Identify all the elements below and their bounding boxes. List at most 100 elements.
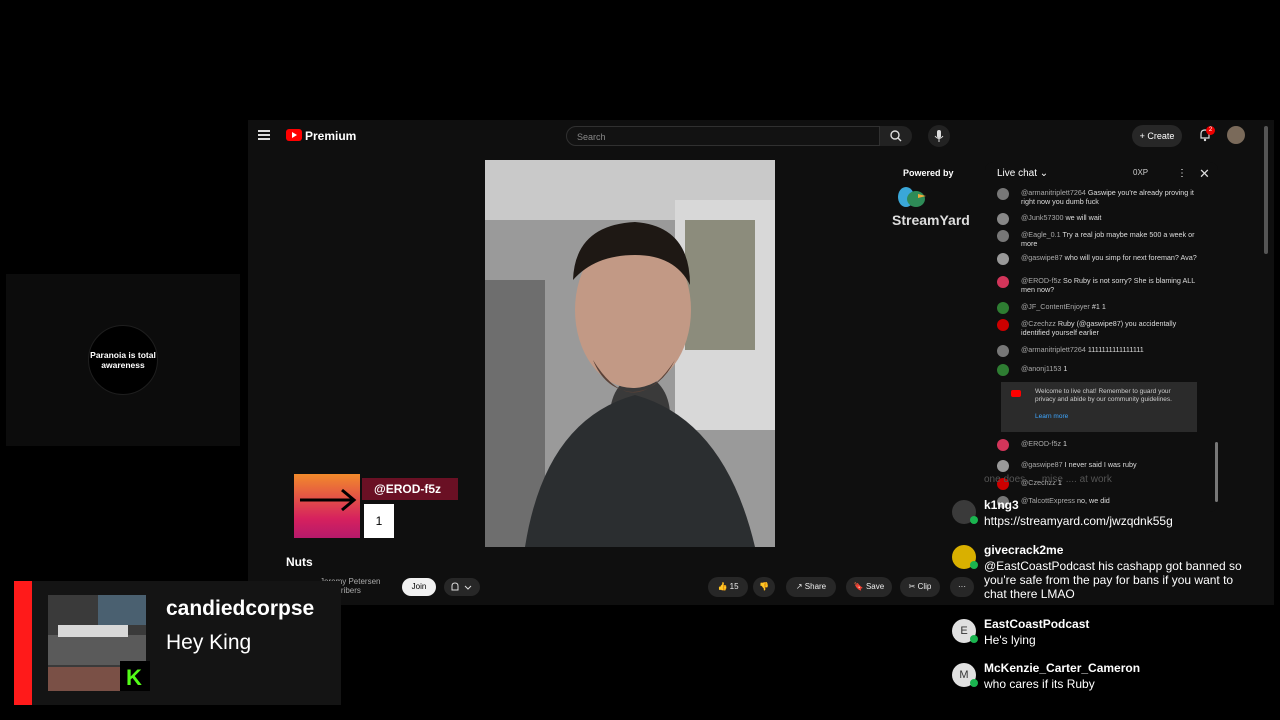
chat-author[interactable]: @Czechzz: [1021, 319, 1056, 328]
arrow-icon: [300, 488, 357, 512]
youtube-window: Premium Search + Create 2 Powered by Str…: [248, 120, 1274, 605]
streamyard-logo-icon: [898, 187, 926, 207]
chat-text: who will you simp for next foreman? Ava?: [1064, 253, 1197, 262]
chat-avatar[interactable]: [997, 188, 1009, 200]
chat-message-text: @Eagle_0.1 Try a real job maybe make 500…: [1021, 230, 1201, 248]
chat-message-text: @EROD-f5z So Ruby is not sorry? She is b…: [1021, 276, 1201, 294]
chat-message-text: @JF_ContentEnjoyer #1 1: [1021, 302, 1201, 311]
more-actions-button[interactable]: ···: [950, 577, 974, 597]
chat-text: 1111111111111111: [1087, 345, 1144, 354]
chat-text: I never said I was ruby: [1064, 460, 1137, 469]
share-label: Share: [804, 582, 827, 591]
page-scrollbar[interactable]: [1264, 126, 1268, 254]
live-chat-title: Live chat: [997, 168, 1038, 179]
chat-text: #1 1: [1091, 302, 1106, 311]
kick-logo-icon: K: [126, 665, 142, 690]
clip-button[interactable]: ✂ Clip: [900, 577, 940, 597]
search-input[interactable]: Search: [566, 126, 880, 146]
subscription-bell-button[interactable]: [444, 578, 480, 596]
chat-message-text: @gaswipe87 who will you simp for next fo…: [1021, 253, 1201, 262]
chat-author[interactable]: @gaswipe87: [1021, 253, 1063, 262]
kick-badge-icon: [970, 679, 978, 687]
paranoia-logo-text: Paranoia is total awareness: [90, 350, 156, 370]
chat-message-text: @EROD-f5z 1: [1021, 439, 1201, 448]
hamburger-menu-icon[interactable]: [258, 130, 270, 140]
chat-author[interactable]: @TalcottExpress: [1021, 496, 1075, 505]
welcome-text: Welcome to live chat! Remember to guard …: [1035, 388, 1172, 403]
chat-message-text: @armanitriplett7264 Gaswipe you're alrea…: [1021, 188, 1201, 206]
save-button[interactable]: 🔖 Save: [846, 577, 892, 597]
chat-text: 1: [1063, 439, 1068, 448]
live-chat-panel: Live chat ⌄ 0XP ⋮ ✕ @armanitriplett7264 …: [985, 162, 1218, 512]
paranoia-logo: Paranoia is total awareness: [88, 325, 158, 395]
chat-avatar[interactable]: [997, 302, 1009, 314]
webcam-frame-image: [485, 160, 775, 547]
chat-author[interactable]: @EROD-f5z: [1021, 439, 1061, 448]
kick-badge-icon: [970, 516, 978, 524]
chat-author[interactable]: @Eagle_0.1: [1021, 230, 1061, 239]
user-avatar[interactable]: [1227, 126, 1245, 144]
alert-username: candiedcorpse: [166, 597, 315, 620]
xp-badge[interactable]: 0XP: [1133, 168, 1148, 177]
like-count: 15: [729, 582, 739, 591]
learn-more-link[interactable]: Learn more: [1035, 413, 1068, 420]
chat-author[interactable]: @anonj1153: [1021, 364, 1061, 373]
kick-badge-icon: [970, 561, 978, 569]
chat-avatar[interactable]: [997, 460, 1009, 472]
dislike-button[interactable]: 👎: [753, 577, 775, 597]
chat-avatar[interactable]: [997, 230, 1009, 242]
microphone-icon: [934, 130, 944, 142]
chat-alert-card: K candiedcorpse Hey King: [14, 581, 341, 705]
chat-message-text: @Junk57300 we will wait: [1021, 213, 1201, 222]
like-button[interactable]: 👍 15: [708, 577, 748, 597]
chat-author[interactable]: @Junk57300: [1021, 213, 1063, 222]
search-button[interactable]: [880, 126, 912, 146]
join-button[interactable]: Join: [402, 578, 436, 596]
chat-avatar[interactable]: [997, 253, 1009, 265]
alert-accent-bar: [14, 581, 32, 705]
overlay-chat-text: He's lying: [984, 633, 1036, 647]
overlay-handle: @EROD-f5z: [362, 478, 458, 500]
overlay-chat-text: https://streamyard.com/jwzqdnk55g: [984, 514, 1173, 528]
voice-search-button[interactable]: [928, 125, 950, 147]
chat-author[interactable]: @armanitriplett7264: [1021, 188, 1086, 197]
save-label: Save: [865, 582, 885, 591]
chat-text: no, we did: [1077, 496, 1110, 505]
share-button[interactable]: ↗ Share: [786, 577, 836, 597]
youtube-logo-icon[interactable]: [286, 129, 302, 141]
chat-scrollbar[interactable]: [1215, 442, 1218, 502]
chat-author[interactable]: @EROD-f5z: [1021, 276, 1061, 285]
chat-message-text: @Czechzz Ruby (@gaswipe87) you accidenta…: [1021, 319, 1201, 337]
live-chat-dropdown[interactable]: Live chat ⌄: [997, 168, 1048, 179]
chat-avatar[interactable]: [997, 319, 1009, 331]
chat-avatar[interactable]: [997, 213, 1009, 225]
overlay-number: 1: [364, 504, 394, 538]
video-player[interactable]: [485, 160, 775, 547]
chat-avatar[interactable]: [997, 276, 1009, 288]
create-label: Create: [1147, 131, 1175, 141]
chat-author[interactable]: @gaswipe87: [1021, 460, 1063, 469]
youtube-premium-label[interactable]: Premium: [305, 129, 356, 143]
chat-options-icon[interactable]: ⋮: [1177, 168, 1187, 179]
chat-avatar[interactable]: [997, 364, 1009, 376]
chat-author[interactable]: @armanitriplett7264: [1021, 345, 1086, 354]
chat-author[interactable]: @JF_ContentEnjoyer: [1021, 302, 1090, 311]
youtube-topbar: Premium Search + Create 2: [248, 120, 1274, 154]
overlay-gradient: [294, 474, 360, 538]
streamyard-wordmark: StreamYard: [892, 212, 970, 228]
chat-message-text: @armanitriplett7264 1111111111111111: [1021, 345, 1201, 354]
chat-message-text: @anonj1153 1: [1021, 364, 1201, 373]
chat-message-text: @gaswipe87 I never said I was ruby: [1021, 460, 1201, 469]
alert-message: Hey King: [166, 631, 252, 654]
close-chat-icon[interactable]: ✕: [1199, 166, 1210, 182]
create-button[interactable]: + Create: [1132, 125, 1182, 147]
youtube-small-icon: [1011, 390, 1021, 397]
chat-avatar[interactable]: [997, 345, 1009, 357]
overlay-chat-author: k1ng3: [984, 498, 1019, 512]
chat-avatar[interactable]: [997, 439, 1009, 451]
overlay-chat-text: @EastCoastPodcast his cashapp got banned…: [984, 559, 1242, 601]
chat-text: 1: [1063, 364, 1068, 373]
overlay-chat-author: givecrack2me: [984, 543, 1064, 557]
stream-overlay-banner: @EROD-f5z 1: [294, 474, 458, 538]
bell-chevron-icon: [451, 582, 472, 591]
